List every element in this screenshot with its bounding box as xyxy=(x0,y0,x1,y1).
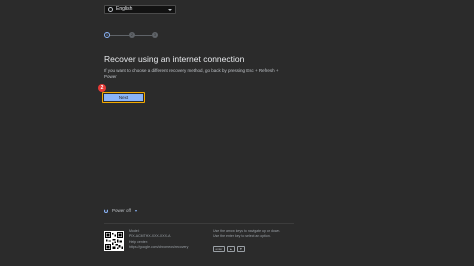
power-icon xyxy=(104,208,108,213)
page-description: If you want to choose a different recove… xyxy=(104,68,279,79)
chevron-down-icon: ▾ xyxy=(134,208,137,213)
step-1-indicator: 1 xyxy=(104,32,110,38)
next-button-label: Next xyxy=(104,94,143,101)
step-3-indicator: 3 xyxy=(152,32,158,38)
keyboard-hints: Use the arrow keys to navigate up or dow… xyxy=(213,229,293,239)
up-arrow-key-icon: ▲ xyxy=(226,246,235,252)
qr-code-icon xyxy=(104,231,124,251)
language-select[interactable]: English xyxy=(104,5,176,14)
globe-icon xyxy=(108,7,113,12)
progress-stepper: 1 2 3 xyxy=(104,32,158,38)
hint-select: Use the enter key to select an option. xyxy=(213,234,271,238)
stepper-line xyxy=(134,34,152,36)
next-button[interactable]: Next xyxy=(102,92,145,103)
power-off-label: Power off xyxy=(112,208,131,213)
down-arrow-key-icon: ▼ xyxy=(236,246,245,252)
chevron-down-icon xyxy=(168,8,172,11)
help-url: https://google.com/chromeos/recovery xyxy=(129,244,189,249)
enter-key: enter xyxy=(213,246,225,252)
footer-divider xyxy=(104,223,294,224)
device-info: Model: PIX-ACMTHX-XXX-XXX-A Help center:… xyxy=(129,229,207,249)
step-annotation-badge: 2 xyxy=(98,84,106,92)
language-label: English xyxy=(116,6,133,12)
power-off-menu[interactable]: Power off ▾ xyxy=(104,208,137,213)
step-2-indicator: 2 xyxy=(129,32,135,38)
stepper-line xyxy=(110,34,130,36)
page-title: Recover using an internet connection xyxy=(104,54,245,64)
key-legend: enter ▲ ▼ xyxy=(213,246,245,252)
